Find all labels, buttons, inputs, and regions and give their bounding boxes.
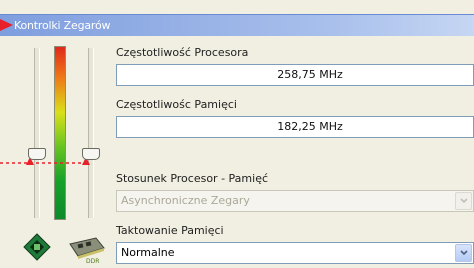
cpu-frequency-field[interactable]: 258,75 MHz bbox=[116, 64, 474, 86]
chevron-down-icon[interactable] bbox=[455, 192, 472, 210]
cpu-memory-ratio-label: Stosunek Procesor - Pamięć bbox=[116, 172, 269, 185]
chevron-down-icon[interactable] bbox=[455, 244, 472, 262]
cpu-clock-slider-thumb[interactable] bbox=[28, 148, 46, 160]
panel-title-bar: Kontrolki Zegarów bbox=[0, 14, 474, 36]
cpu-chip-icon bbox=[23, 233, 51, 261]
memory-clock-slider-thumb[interactable] bbox=[82, 148, 100, 160]
memory-timing-label: Taktowanie Pamięci bbox=[116, 224, 224, 237]
clock-level-meter bbox=[54, 46, 66, 220]
memory-frequency-field[interactable]: 182,25 MHz bbox=[116, 116, 474, 138]
cpu-frequency-label: Częstotliwość Procesora bbox=[116, 46, 249, 59]
memory-timing-select[interactable]: Normalne bbox=[116, 242, 474, 264]
clock-controls-panel: Kontrolki Zegarów DDR Częstotliwość Proc… bbox=[0, 0, 474, 268]
memory-frequency-label: Częstotliwośc Pamięci bbox=[116, 98, 237, 111]
cpu-memory-ratio-value: Asynchroniczne Zegary bbox=[121, 194, 250, 207]
annotation-arrow-icon bbox=[0, 19, 13, 31]
memory-clock-slider-track[interactable] bbox=[88, 48, 94, 218]
memory-timing-value: Normalne bbox=[121, 246, 175, 259]
ram-module-icon: DDR bbox=[69, 237, 105, 264]
cpu-memory-ratio-select[interactable]: Asynchroniczne Zegary bbox=[116, 190, 474, 212]
annotation-dashed-arrows bbox=[0, 157, 90, 165]
cpu-clock-slider-track[interactable] bbox=[34, 48, 40, 218]
panel-title: Kontrolki Zegarów bbox=[14, 19, 111, 32]
svg-text:DDR: DDR bbox=[86, 258, 99, 264]
